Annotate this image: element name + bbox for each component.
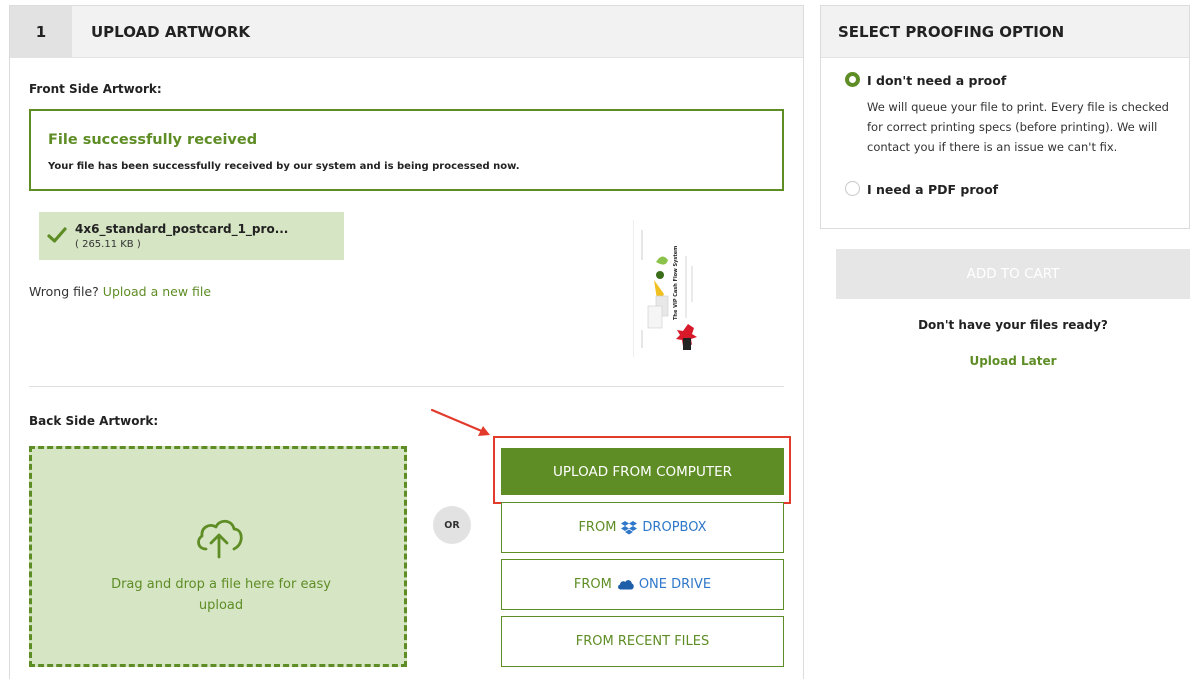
artwork-thumbnail: The VIP Cash Flow System (633, 220, 700, 357)
back-side-label: Back Side Artwork: (29, 414, 159, 428)
uploaded-file-chip: 4x6_standard_postcard_1_pro... ( 265.11 … (39, 212, 344, 260)
one-drive-label: ONE DRIVE (638, 577, 712, 592)
from-label: FROM (573, 577, 612, 592)
file-size: ( 265.11 KB ) (75, 239, 141, 250)
or-separator: OR (433, 506, 471, 544)
front-side-label: Front Side Artwork: (29, 82, 162, 96)
dropbox-icon (621, 520, 638, 534)
wrong-file-row: Wrong file? Upload a new file (29, 284, 211, 299)
proofing-title: SELECT PROOFING OPTION (821, 6, 1189, 58)
files-not-ready-text: Don't have your files ready? (918, 318, 1108, 332)
upload-artwork-panel: 1 UPLOAD ARTWORK Front Side Artwork: Fil… (9, 5, 804, 679)
from-recent-files-button[interactable]: FROM RECENT FILES (501, 616, 784, 667)
option-no-proof-label[interactable]: I don't need a proof (867, 73, 1006, 88)
from-one-drive-button[interactable]: FROM ONE DRIVE (501, 559, 784, 610)
upload-later-link[interactable]: Upload Later (836, 354, 1190, 368)
step-number: 1 (10, 6, 72, 58)
radio-no-proof[interactable] (845, 72, 860, 87)
cloud-upload-icon (197, 519, 243, 559)
from-dropbox-button[interactable]: FROM DROPBOX (501, 502, 784, 553)
file-name: 4x6_standard_postcard_1_pro... (75, 222, 289, 236)
wrong-file-text: Wrong file? (29, 284, 99, 299)
red-arrow-annotation (430, 408, 490, 436)
thumbnail-title: The VIP Cash Flow System (673, 246, 679, 320)
upload-new-file-link[interactable]: Upload a new file (103, 284, 211, 299)
checkmark-icon (47, 227, 67, 243)
step-title: UPLOAD ARTWORK (91, 23, 251, 41)
from-label: FROM (578, 520, 617, 535)
dropbox-label: DROPBOX (642, 520, 707, 535)
file-dropzone[interactable]: Drag and drop a file here for easy uploa… (29, 446, 407, 667)
add-to-cart-button[interactable]: ADD TO CART (836, 249, 1190, 299)
dropzone-text: Drag and drop a file here for easy uploa… (111, 577, 331, 613)
radio-pdf-proof[interactable] (845, 181, 860, 196)
success-message-box: File successfully received Your file has… (29, 109, 784, 191)
option-no-proof-description: We will queue your file to print. Every … (867, 100, 1169, 154)
option-pdf-proof-label[interactable]: I need a PDF proof (867, 182, 998, 197)
step-header: 1 UPLOAD ARTWORK (10, 6, 803, 58)
upload-from-computer-button[interactable]: UPLOAD FROM COMPUTER (501, 448, 784, 495)
section-divider (29, 386, 784, 387)
proofing-option-panel: SELECT PROOFING OPTION I don't need a pr… (820, 5, 1190, 229)
postcard-preview-image: The VIP Cash Flow System (634, 220, 700, 357)
onedrive-cloud-icon (617, 580, 634, 590)
success-title: File successfully received (48, 132, 258, 148)
success-text: Your file has been successfully received… (48, 161, 520, 172)
